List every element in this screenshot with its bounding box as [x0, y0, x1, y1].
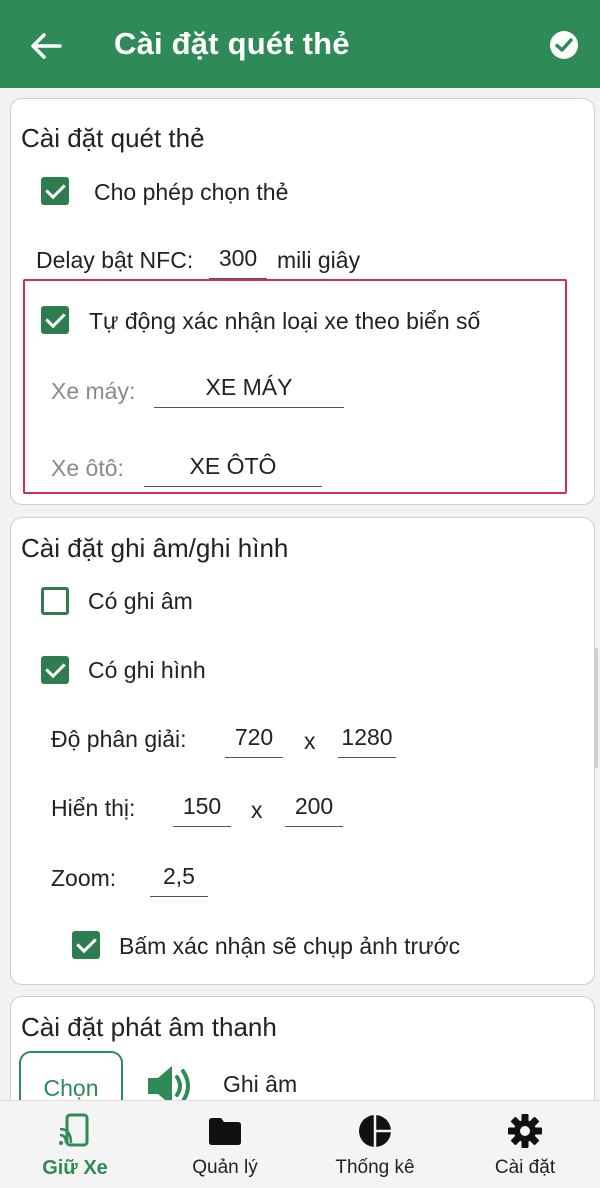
scrollbar[interactable]: [594, 648, 598, 768]
nav-label-giu-xe: Giữ Xe: [42, 1157, 108, 1179]
nav-label-cai-dat: Cài đặt: [494, 1157, 556, 1178]
gear-icon: [508, 1114, 542, 1148]
nfc-delay-label: Delay bật NFC:: [36, 247, 194, 273]
capture-before-checkbox[interactable]: [72, 931, 100, 959]
nav-item-giu-xe[interactable]: Giữ Xe: [0, 1101, 150, 1188]
folder-icon: [209, 1118, 241, 1145]
back-arrow-icon[interactable]: [26, 26, 66, 66]
display-label: Hiển thị:: [51, 795, 136, 821]
speaker-icon: [148, 1066, 190, 1100]
card-scan-title: Cài đặt quét thẻ: [21, 123, 205, 153]
audio-record-label: Có ghi âm: [88, 588, 193, 614]
auto-detect-highlight-box: [23, 279, 567, 494]
nfc-delay-input[interactable]: 300: [209, 245, 267, 279]
capture-before-label: Bấm xác nhận sẽ chụp ảnh trước: [119, 933, 461, 959]
card-sound-title: Cài đặt phát âm thanh: [21, 1012, 277, 1042]
record-sound-label: Ghi âm: [223, 1071, 298, 1097]
bottom-navigation: Giữ Xe Quản lý Thống kê Cài đặt: [0, 1100, 600, 1188]
settings-content[interactable]: Cài đặt quét thẻ Cho phép chọn thẻ Delay…: [0, 88, 600, 1100]
nav-item-thong-ke[interactable]: Thống kê: [300, 1101, 450, 1188]
display-times: x: [251, 797, 263, 823]
zoom-label: Zoom:: [51, 865, 117, 891]
card-record-settings: Cài đặt ghi âm/ghi hình Có ghi âm Có ghi…: [10, 517, 595, 985]
nfc-delay-unit: mili giây: [277, 247, 361, 273]
resolution-label: Độ phân giải:: [51, 726, 187, 752]
page-title: Cài đặt quét thẻ: [114, 26, 350, 61]
nav-item-cai-dat[interactable]: Cài đặt: [450, 1101, 600, 1188]
video-record-label: Có ghi hình: [88, 657, 206, 683]
resolution-width-input[interactable]: 720: [225, 724, 283, 758]
video-record-checkbox[interactable]: [41, 656, 69, 684]
nav-item-quan-ly[interactable]: Quản lý: [150, 1101, 300, 1188]
zoom-input[interactable]: 2,5: [150, 863, 208, 897]
pie-chart-icon: [359, 1115, 391, 1147]
allow-select-card-checkbox[interactable]: [41, 177, 69, 205]
app-bar: Cài đặt quét thẻ: [0, 0, 600, 88]
confirm-check-icon[interactable]: [548, 29, 580, 61]
allow-select-card-label: Cho phép chọn thẻ: [94, 179, 289, 205]
choose-sound-button[interactable]: Chọn: [19, 1051, 123, 1100]
resolution-times: x: [304, 728, 316, 754]
display-height-input[interactable]: 200: [285, 793, 343, 827]
resolution-height-input[interactable]: 1280: [338, 724, 396, 758]
nfc-phone-icon: [59, 1113, 89, 1147]
display-width-input[interactable]: 150: [173, 793, 231, 827]
audio-record-checkbox[interactable]: [41, 587, 69, 615]
card-sound-settings: Cài đặt phát âm thanh Chọn Ghi âm: [10, 996, 595, 1100]
card-record-title: Cài đặt ghi âm/ghi hình: [21, 533, 289, 563]
nav-label-thong-ke: Thống kê: [335, 1157, 415, 1178]
nav-label-quan-ly: Quản lý: [192, 1157, 258, 1178]
